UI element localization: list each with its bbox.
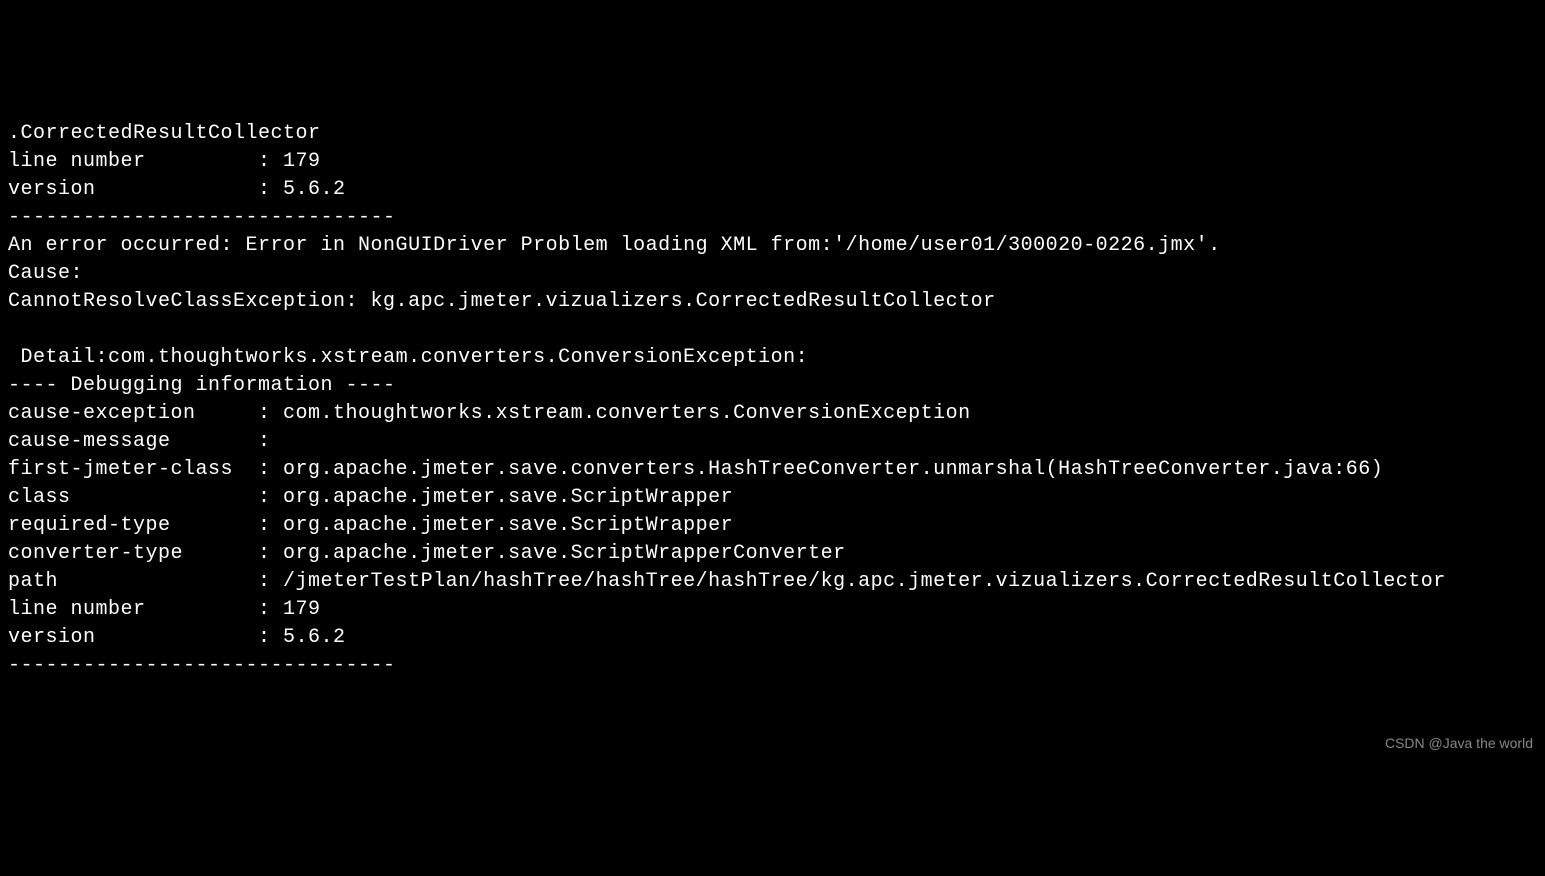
- output-line: .CorrectedResultCollector: [8, 122, 321, 145]
- output-line: CannotResolveClassException: kg.apc.jmet…: [8, 290, 996, 313]
- output-line: converter-type : org.apache.jmeter.save.…: [8, 542, 846, 565]
- watermark-text: CSDN @Java the world: [1385, 734, 1533, 754]
- output-line: An error occurred: Error in NonGUIDriver…: [8, 234, 1221, 257]
- output-line: line number : 179: [8, 598, 321, 621]
- output-line: first-jmeter-class : org.apache.jmeter.s…: [8, 458, 1383, 481]
- output-line: line number : 179: [8, 150, 321, 173]
- output-line: cause-exception : com.thoughtworks.xstre…: [8, 402, 971, 425]
- output-line: required-type : org.apache.jmeter.save.S…: [8, 514, 733, 537]
- output-line: version : 5.6.2: [8, 626, 346, 649]
- output-line: -------------------------------: [8, 206, 396, 229]
- output-line: Cause:: [8, 262, 83, 285]
- output-line: cause-message :: [8, 430, 271, 453]
- terminal-output: .CorrectedResultCollector line number : …: [8, 120, 1537, 680]
- output-line: Detail:com.thoughtworks.xstream.converte…: [8, 346, 808, 369]
- output-line: -------------------------------: [8, 654, 396, 677]
- output-line: class : org.apache.jmeter.save.ScriptWra…: [8, 486, 733, 509]
- output-line: version : 5.6.2: [8, 178, 346, 201]
- output-line: path : /jmeterTestPlan/hashTree/hashTree…: [8, 570, 1446, 593]
- output-line: ---- Debugging information ----: [8, 374, 396, 397]
